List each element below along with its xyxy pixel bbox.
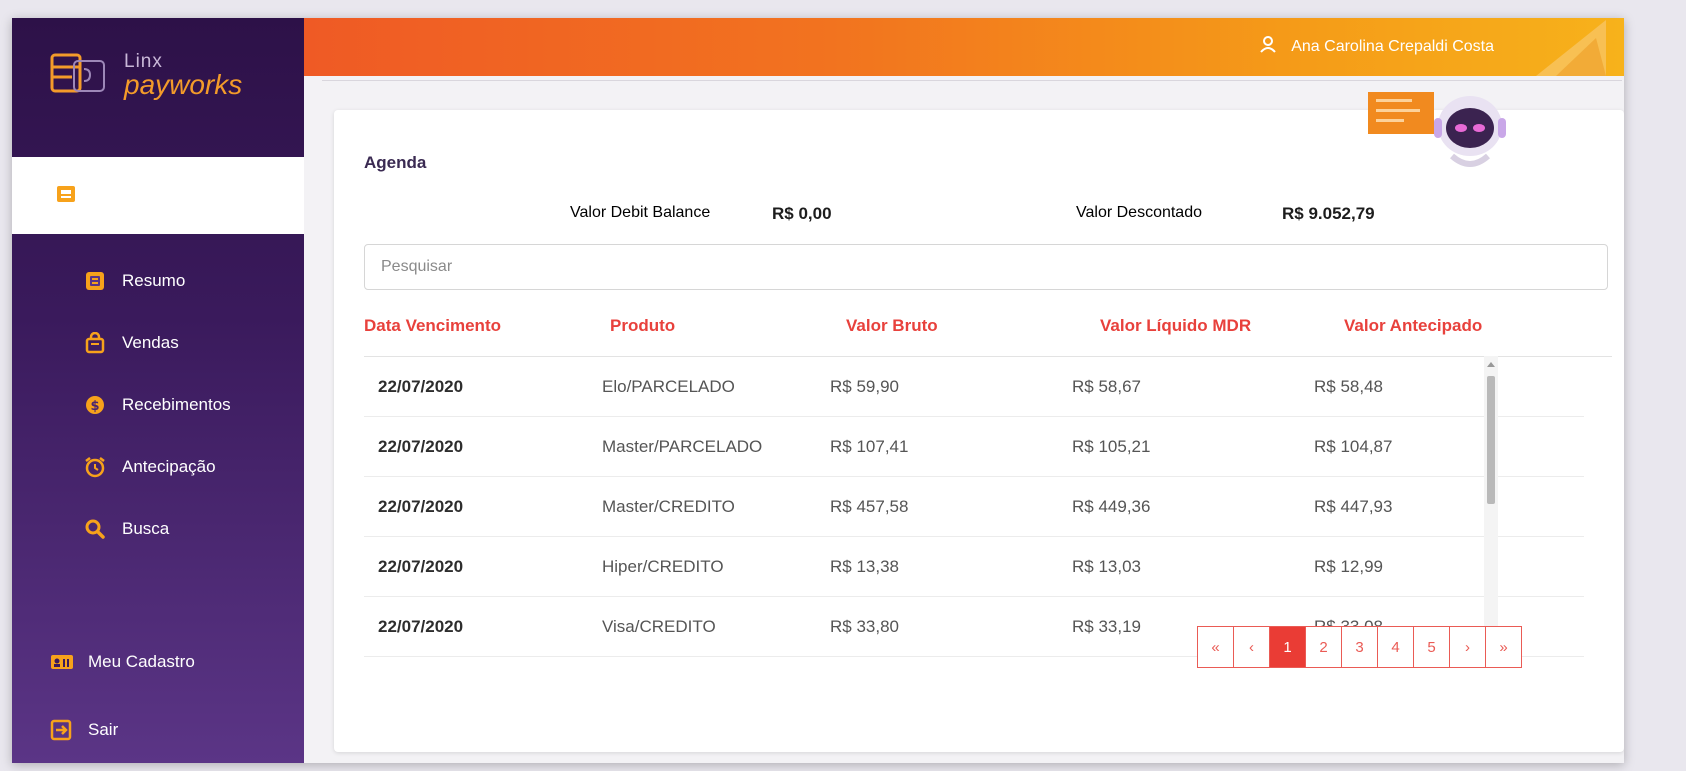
cell-valor-bruto: R$ 33,80 [830,617,899,636]
header-corner-decoration [1536,20,1606,76]
cell-data-vencimento: 22/07/2020 [378,617,464,636]
cell-produto: Visa/CREDITO [602,617,716,636]
cell-valor-liquido: R$ 449,36 [1072,497,1151,516]
pagination: « ‹ 1 2 3 4 5 › » [1197,626,1522,668]
column-header[interactable]: Valor Antecipado [1344,316,1482,336]
debit-balance-value: R$ 0,00 [772,204,832,223]
cell-valor-liquido: R$ 13,03 [1072,557,1141,576]
cell-valor-bruto: R$ 59,90 [830,377,899,396]
page-button-3[interactable]: 3 [1341,626,1378,668]
sidebar-item-label: Busca [122,519,170,538]
user-name: Ana Carolina Crepaldi Costa [1291,37,1494,55]
shopping-bag-icon [84,332,110,354]
cell-valor-bruto: R$ 13,38 [830,557,899,576]
linx-payworks-logo[interactable]: Linx payworks [48,40,242,110]
top-header: Ana Carolina Crepaldi Costa [304,18,1624,76]
cell-valor-liquido: R$ 58,67 [1072,377,1141,396]
user-menu[interactable]: Ana Carolina Crepaldi Costa [1259,35,1494,58]
page-button-4[interactable]: 4 [1377,626,1414,668]
search-input[interactable] [364,244,1608,290]
sidebar-item-vendas[interactable]: Vendas [12,312,304,374]
cell-data-vencimento: 22/07/2020 [378,497,464,516]
table-row[interactable]: 22/07/2020 Master/PARCELADO R$ 107,41 R$… [364,417,1584,477]
first-page-button[interactable]: « [1197,626,1234,668]
sidebar-item-busca[interactable]: Busca [12,498,304,560]
column-header[interactable]: Produto [610,316,675,336]
next-page-button[interactable]: › [1449,626,1486,668]
cell-valor-liquido: R$ 33,19 [1072,617,1141,636]
scroll-up-arrow-icon[interactable] [1487,362,1495,367]
debit-balance-label: Valor Debit Balance [570,204,711,221]
table-header: Data Vencimento Produto Valor Bruto Valo… [364,302,1584,352]
dollar-coin-icon: $ [84,394,110,416]
page-button-5[interactable]: 5 [1413,626,1450,668]
app-window: Linx payworks Resumo Vendas $ Recebiment… [12,18,1624,763]
page-button-1[interactable]: 1 [1269,626,1306,668]
agenda-icon [56,185,76,208]
prev-page-button[interactable]: ‹ [1233,626,1270,668]
cell-valor-bruto: R$ 107,41 [830,437,909,456]
table-body[interactable]: 22/07/2020 Elo/PARCELADO R$ 59,90 R$ 58,… [364,356,1612,662]
user-icon [1259,35,1277,58]
page-button-2[interactable]: 2 [1305,626,1342,668]
cell-valor-bruto: R$ 457,58 [830,497,909,516]
chatbot-widget[interactable] [1368,88,1508,178]
cell-valor-antecipado: R$ 447,93 [1314,497,1393,516]
sidebar-item-agenda[interactable] [12,157,304,234]
column-header[interactable]: Data Vencimento [364,316,501,336]
descontado-label: Valor Descontado [1076,204,1202,221]
sidebar: Linx payworks Resumo Vendas $ Recebiment… [12,18,304,763]
cell-produto: Master/PARCELADO [602,437,763,456]
cell-valor-antecipado: R$ 12,99 [1314,557,1383,576]
column-header[interactable]: Valor Bruto [846,316,938,336]
cell-produto: Hiper/CREDITO [602,557,724,576]
cell-data-vencimento: 22/07/2020 [378,437,464,456]
cell-produto: Master/CREDITO [602,497,735,516]
cell-valor-liquido: R$ 105,21 [1072,437,1151,456]
sidebar-item-label: Meu Cadastro [88,652,195,671]
svg-text:$: $ [90,399,99,414]
logo-top-text: Linx [124,50,163,72]
sidebar-item-recebimentos[interactable]: $ Recebimentos [12,374,304,436]
sidebar-nav: Resumo Vendas $ Recebimentos Antecipação… [12,250,304,560]
descontado-value: R$ 9.052,79 [1282,204,1375,223]
page-title: Agenda [364,153,427,172]
sidebar-item-label: Vendas [122,333,179,352]
table-row[interactable]: 22/07/2020 Hiper/CREDITO R$ 13,38 R$ 13,… [364,537,1584,597]
sidebar-item-label: Sair [88,720,119,739]
cell-valor-antecipado: R$ 104,87 [1314,437,1393,456]
column-header[interactable]: Valor Líquido MDR [1100,316,1251,336]
sidebar-item-label: Antecipação [122,457,216,476]
sidebar-item-resumo[interactable]: Resumo [12,250,304,312]
table-scrollbar[interactable] [1484,356,1498,656]
last-page-button[interactable]: » [1485,626,1522,668]
table-row[interactable]: 22/07/2020 Elo/PARCELADO R$ 59,90 R$ 58,… [364,357,1584,417]
chatbot-speech-bubble[interactable] [1368,92,1434,134]
sidebar-bottom-nav: Meu Cadastro Sair [12,628,304,763]
sidebar-item-meu-cadastro[interactable]: Meu Cadastro [12,628,304,696]
sidebar-item-antecipacao[interactable]: Antecipação [12,436,304,498]
logo-bottom-text: payworks [124,68,243,100]
wallet-logo-icon [48,47,118,103]
cell-data-vencimento: 22/07/2020 [378,377,464,396]
robot-icon[interactable] [1430,88,1506,176]
agenda-card: Agenda Valor Debit Balance R$ 0,00 Valor… [334,110,1624,752]
search-icon [84,518,110,540]
scrollbar-thumb[interactable] [1487,376,1495,504]
header-divider [322,80,1622,81]
table-row[interactable]: 22/07/2020 Master/CREDITO R$ 457,58 R$ 4… [364,477,1584,537]
cell-produto: Elo/PARCELADO [602,377,735,396]
cell-data-vencimento: 22/07/2020 [378,557,464,576]
sidebar-item-label: Resumo [122,271,186,290]
sidebar-item-label: Recebimentos [122,395,231,414]
alarm-clock-icon [84,456,110,478]
resumo-icon [84,270,110,292]
sidebar-item-sair[interactable]: Sair [12,696,304,763]
id-card-icon [50,653,76,671]
cell-valor-antecipado: R$ 58,48 [1314,377,1383,396]
logout-icon [50,719,76,741]
